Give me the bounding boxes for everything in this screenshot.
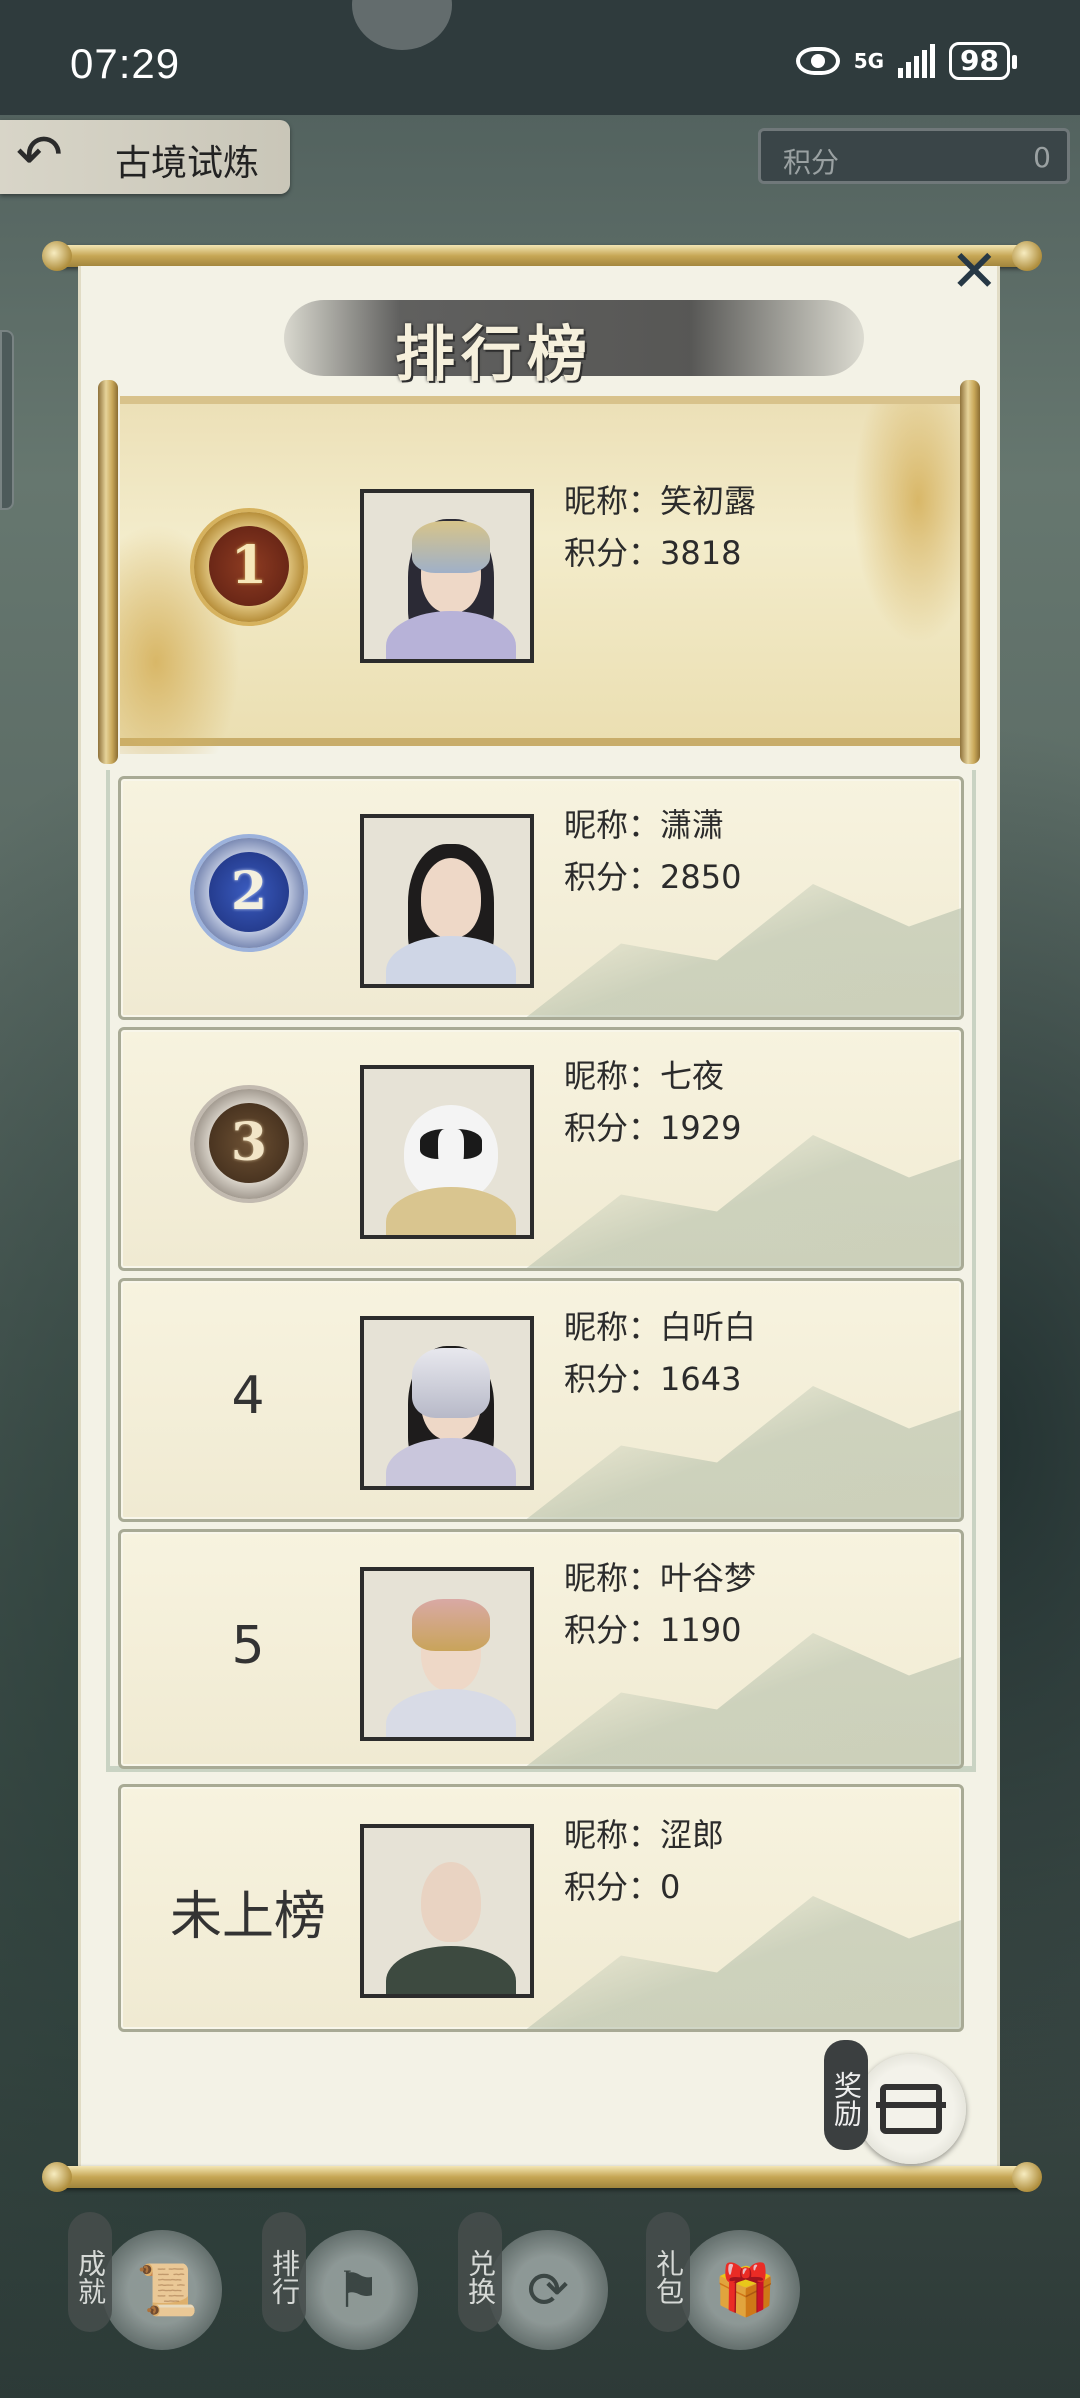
gift-pack-label: 礼包 [646,2212,690,2332]
page-title: 古境试炼 [115,143,260,184]
score-label: 积分 [783,146,840,179]
nickname: 昵称：叶谷梦 [564,1559,757,1597]
battery-icon: 98 [949,42,1017,80]
back-arrow-icon: ↶ [16,123,63,188]
score-value: 0 [1033,141,1051,174]
side-tab[interactable] [0,330,14,510]
ranking-button[interactable]: ⚑ [298,2230,418,2350]
score-display: 积分 0 [758,128,1070,184]
score: 积分：1929 [564,1109,742,1147]
avatar[interactable] [360,489,534,663]
scroll-rod-left [98,380,118,764]
scroll-icon: 📜 [136,2261,199,2319]
panel-title: 排行榜 [395,320,593,390]
gift-icon: 🎁 [714,2261,777,2319]
avatar[interactable] [360,1316,534,1490]
reward-label: 奖励 [824,2040,868,2150]
score: 积分：2850 [564,858,742,896]
avatar[interactable] [360,814,534,988]
reward-button[interactable] [856,2054,966,2164]
score: 积分：1643 [564,1360,742,1398]
scroll-rod-right [960,380,980,764]
ranking-label: 排行 [262,2212,306,2332]
my-rank-status: 未上榜 [169,1887,326,1947]
my-avatar[interactable] [360,1824,534,1998]
score: 积分：0 [564,1868,681,1906]
nickname: 昵称：涩郎 [564,1816,725,1854]
achievement-button[interactable]: 📜 [102,2230,222,2350]
eye-icon [795,47,840,75]
clock: 07:29 [70,40,181,87]
avatar[interactable] [360,1567,534,1741]
exchange-icon: ⟳ [527,2261,569,2319]
panel-top-rod [42,241,1042,271]
nickname: 昵称：七夜 [564,1057,725,1095]
rank-2-medal-icon: 2 [184,832,314,952]
phoenix-ornament [852,404,962,644]
signal-icon [898,44,936,78]
rank-3-medal-icon: 3 [184,1083,314,1203]
rank-number: 5 [231,1616,265,1676]
rank-number: 4 [231,1366,265,1426]
score: 积分：1190 [564,1611,742,1649]
status-bar: 07:29 5G 98 [0,0,1080,115]
nickname: 昵称：笑初露 [564,482,757,520]
nickname: 昵称：潇潇 [564,806,725,844]
score: 积分：3818 [564,534,742,572]
panel-bottom-rod [42,2162,1042,2192]
avatar[interactable] [360,1065,534,1239]
achievement-label: 成就 [68,2212,112,2332]
top-bar: ↶ 古境试炼 积分 0 [0,118,1080,198]
puzzle-icon [352,0,452,50]
exchange-button[interactable]: ⟳ [488,2230,608,2350]
rank-1-medal-icon: 1 [184,506,314,626]
network-type: 5G [853,49,885,73]
banner-icon: ⚑ [335,2261,381,2319]
gift-pack-button[interactable]: 🎁 [680,2230,800,2350]
close-icon[interactable]: ✕ [950,242,999,300]
treasure-chest-icon [876,2084,946,2134]
back-button[interactable]: ↶ 古境试炼 [0,120,290,194]
exchange-label: 兑换 [458,2212,502,2332]
nickname: 昵称：白听白 [564,1308,757,1346]
